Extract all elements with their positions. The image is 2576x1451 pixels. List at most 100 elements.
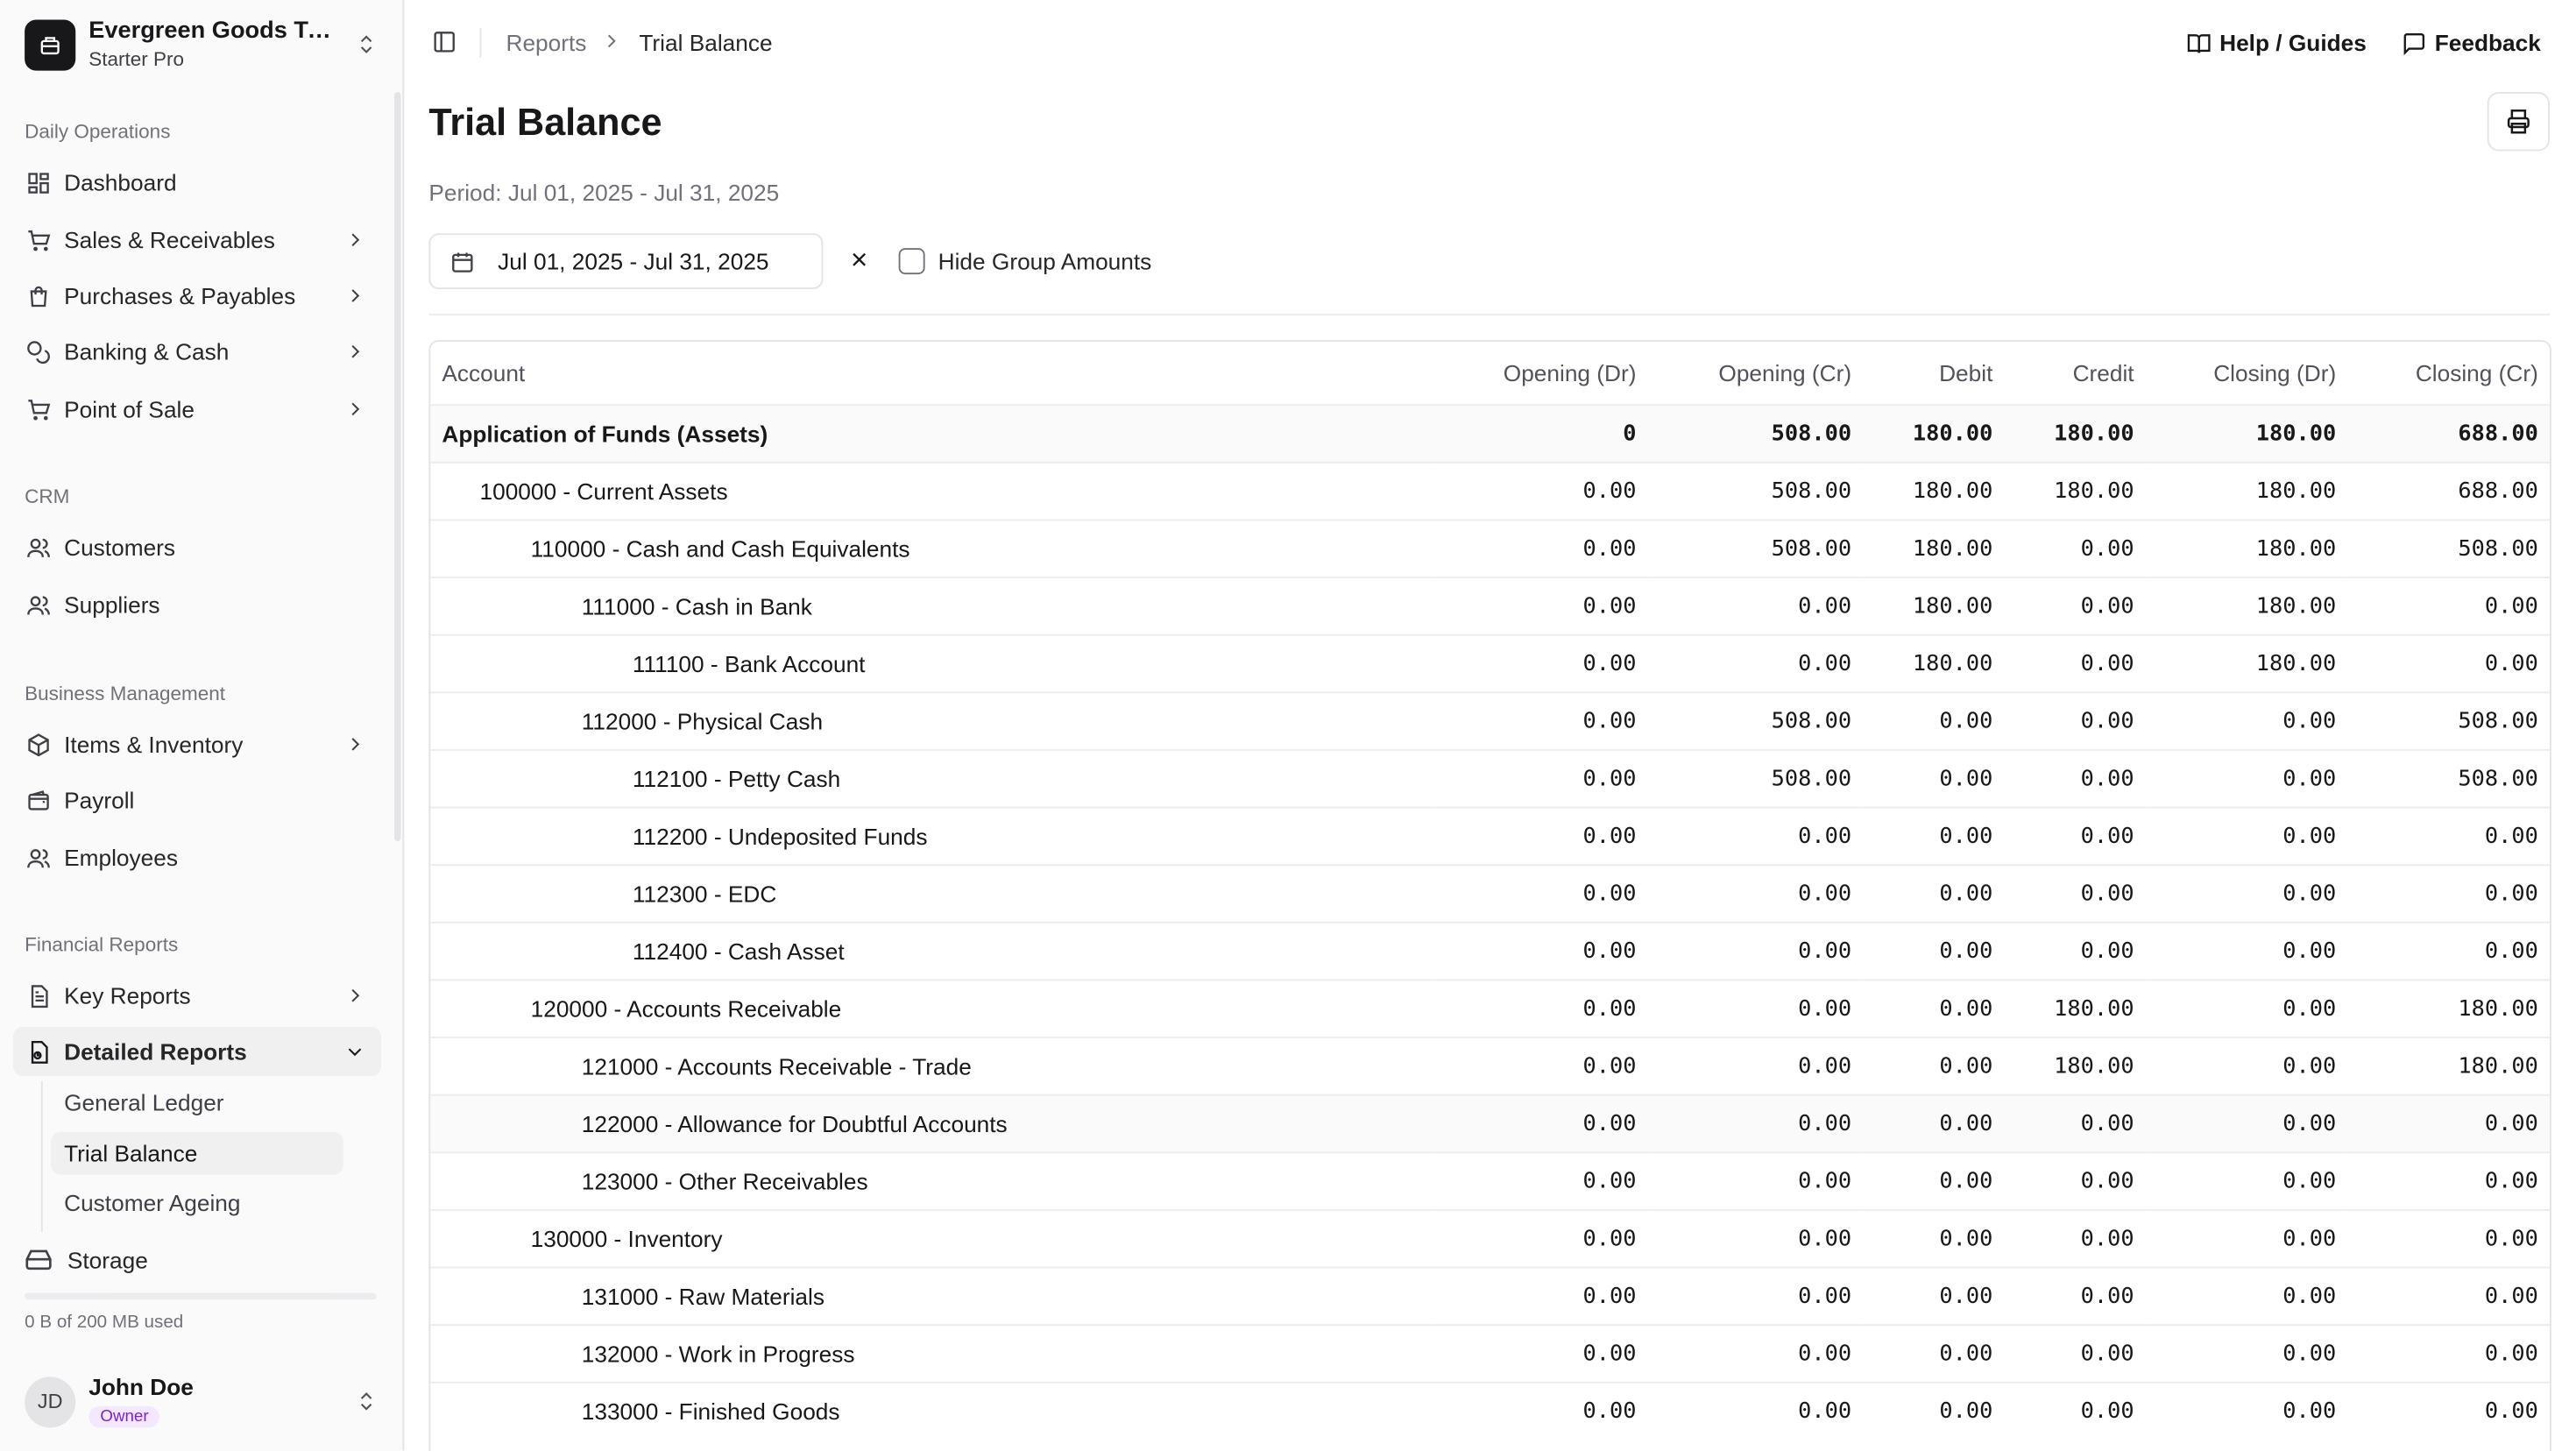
- account-cell: 112100 - Petty Cash: [430, 748, 1436, 807]
- table-row[interactable]: 112400 - Cash Asset 0.00 0.00 0.00 0.00 0.00 0…: [430, 920, 2550, 980]
- feedback-link[interactable]: Feedback: [2402, 30, 2541, 56]
- amount-cell: 0.00: [1863, 920, 2005, 980]
- sidebar-item-label: Sales & Receivables: [64, 226, 275, 253]
- table-row[interactable]: 111000 - Cash in Bank 0.00 0.00 180.00 0.00 1…: [430, 576, 2550, 634]
- submenu-line: [40, 1080, 43, 1233]
- sidebar: Evergreen Goods Tra... Starter Pro Daily…: [0, 0, 405, 1451]
- breadcrumb-reports[interactable]: Reports: [506, 30, 587, 56]
- sidebar-scrollbar[interactable]: [394, 92, 401, 841]
- amount-cell: 508.00: [1647, 460, 1864, 520]
- table-row[interactable]: 112100 - Petty Cash 0.00 508.00 0.00 0.00 0.0…: [430, 748, 2550, 807]
- table-row[interactable]: 133000 - Finished Goods 0.00 0.00 0.00 0.00 0…: [430, 1380, 2550, 1440]
- print-button[interactable]: [2487, 92, 2550, 152]
- amount-cell: 180.00: [1863, 633, 2005, 692]
- sidebar-subitem-trial-balance[interactable]: Trial Balance: [51, 1131, 343, 1175]
- sidebar-subitem-customer-ageing[interactable]: Customer Ageing: [51, 1181, 343, 1224]
- sidebar-item-payroll[interactable]: Payroll: [13, 775, 381, 825]
- table-row[interactable]: 100000 - Current Assets 0.00 508.00 180.00 1…: [430, 460, 2550, 520]
- table-row[interactable]: 132000 - Work in Progress 0.00 0.00 0.00 0.0…: [430, 1323, 2550, 1382]
- amount-cell: 0.00: [2347, 1380, 2550, 1440]
- topbar: Reports Trial Balance Help / Guides Feed…: [404, 0, 2576, 86]
- org-plan: Starter Pro: [88, 46, 185, 70]
- table-row[interactable]: 112300 - EDC 0.00 0.00 0.00 0.00 0.00 0.00: [430, 863, 2550, 922]
- amount-cell: 0.00: [1863, 863, 2005, 922]
- amount-cell: 180.00: [2004, 1036, 2146, 1094]
- amount-cell: 0.00: [1435, 1150, 1648, 1209]
- user-menu[interactable]: JD John Doe Owner: [25, 1374, 379, 1430]
- chevron-right-icon: [342, 396, 368, 422]
- amount-cell: 0.00: [1647, 1265, 1864, 1325]
- amount-cell: 0.00: [1647, 978, 1864, 1037]
- sidebar-item-label: Detailed Reports: [64, 1038, 247, 1065]
- hide-group-amounts-toggle[interactable]: Hide Group Amounts: [898, 248, 1151, 275]
- table-row[interactable]: 112200 - Undeposited Funds 0.00 0.00 0.00 0.…: [430, 805, 2550, 865]
- amount-cell: 0.00: [1647, 633, 1864, 692]
- sidebar-item-employees[interactable]: Employees: [13, 833, 381, 882]
- hide-group-amounts-checkbox[interactable]: [898, 248, 925, 275]
- amount-cell: 0.00: [2004, 1380, 2146, 1440]
- account-cell: 133000 - Finished Goods: [430, 1380, 1436, 1440]
- amount-cell: 0.00: [1435, 633, 1648, 692]
- table-row[interactable]: 131000 - Raw Materials 0.00 0.00 0.00 0.00 0.…: [430, 1265, 2550, 1325]
- table-row[interactable]: 123000 - Other Receivables 0.00 0.00 0.00 0.…: [430, 1150, 2550, 1209]
- dashboard-icon: [26, 170, 51, 195]
- amount-cell: 0.00: [1647, 805, 1864, 865]
- help-guides-link[interactable]: Help / Guides: [2187, 30, 2367, 56]
- sidebar-item-items-inventory[interactable]: Items & Inventory: [13, 719, 381, 768]
- main-content: Reports Trial Balance Help / Guides Feed…: [404, 0, 2576, 1451]
- amount-cell: 0.00: [2347, 633, 2550, 692]
- sidebar-subitem-general-ledger[interactable]: General Ledger: [51, 1081, 343, 1124]
- amount-cell: 0.00: [1863, 1150, 2005, 1209]
- sidebar-item-point-of-sale[interactable]: Point of Sale: [13, 385, 381, 434]
- chevrons-up-down-icon: [353, 32, 379, 58]
- table-row[interactable]: 120000 - Accounts Receivable 0.00 0.00 0.00…: [430, 978, 2550, 1037]
- table-row[interactable]: Application of Funds (Assets) 0 508.00 180.…: [430, 403, 2550, 462]
- amount-cell: 0.00: [1647, 1036, 1864, 1094]
- sidebar-item-label: Dashboard: [64, 169, 177, 196]
- storage-progress-bar: [25, 1292, 377, 1300]
- chevron-right-icon: [342, 982, 368, 1009]
- sidebar-item-dashboard[interactable]: Dashboard: [13, 158, 381, 207]
- date-range-picker[interactable]: Jul 01, 2025 - Jul 31, 2025: [428, 233, 824, 289]
- amount-cell: 508.00: [2347, 748, 2550, 807]
- section-crm: CRM: [25, 485, 70, 508]
- amount-cell: 0.00: [1435, 920, 1648, 980]
- sidebar-item-customers[interactable]: Customers: [13, 522, 381, 571]
- sidebar-item-purchases[interactable]: Purchases & Payables: [13, 271, 381, 320]
- amount-cell: 0.00: [2145, 978, 2348, 1037]
- amount-cell: 0.00: [2145, 805, 2348, 865]
- sidebar-toggle-icon[interactable]: [432, 30, 458, 56]
- table-row[interactable]: 111100 - Bank Account 0.00 0.00 180.00 0.00 1…: [430, 633, 2550, 692]
- sidebar-item-detailed-reports[interactable]: Detailed Reports: [13, 1026, 381, 1077]
- amount-cell: 0.00: [2004, 748, 2146, 807]
- table-row[interactable]: 121000 - Accounts Receivable - Trade 0.00…: [430, 1036, 2550, 1094]
- section-daily-operations: Daily Operations: [25, 119, 171, 144]
- amount-cell: 0.00: [2347, 576, 2550, 634]
- amount-cell: 0.00: [1647, 1208, 1864, 1267]
- sidebar-item-sales[interactable]: Sales & Receivables: [13, 216, 381, 265]
- sidebar-item-banking[interactable]: Banking & Cash: [13, 327, 381, 376]
- sidebar-item-key-reports[interactable]: Key Reports: [13, 971, 381, 1020]
- clear-date-icon[interactable]: [848, 248, 871, 271]
- amount-cell: 0.00: [2145, 1323, 2348, 1382]
- amount-cell: 0.00: [2347, 805, 2550, 865]
- sidebar-item-suppliers[interactable]: Suppliers: [13, 580, 381, 629]
- amount-cell: 0.00: [2347, 1265, 2550, 1325]
- column-header: Closing (Dr): [2213, 359, 2337, 386]
- amount-cell: 508.00: [2347, 690, 2550, 749]
- org-switcher[interactable]: Evergreen Goods Tra... Starter Pro: [25, 18, 379, 71]
- chevron-right-icon: [342, 338, 368, 365]
- amount-cell: 0.00: [2145, 1150, 2348, 1209]
- table-row[interactable]: 122000 - Allowance for Doubtful Accounts…: [430, 1093, 2550, 1152]
- table-row[interactable]: 110000 - Cash and Cash Equivalents 0.00 50…: [430, 518, 2550, 577]
- amount-cell: 180.00: [2347, 978, 2550, 1037]
- chevron-right-icon: [342, 731, 368, 757]
- date-range-value: Jul 01, 2025 - Jul 31, 2025: [498, 248, 769, 275]
- period-text: Period: Jul 01, 2025 - Jul 31, 2025: [428, 179, 780, 206]
- amount-cell: 0.00: [1647, 1380, 1864, 1440]
- table-row[interactable]: 112000 - Physical Cash 0.00 508.00 0.00 0.00…: [430, 690, 2550, 749]
- table-row[interactable]: 130000 - Inventory 0.00 0.00 0.00 0.00 0.00 0.…: [430, 1208, 2550, 1267]
- amount-cell: 0.00: [1435, 805, 1648, 865]
- amount-cell: 0.00: [1863, 1208, 2005, 1267]
- column-header: Closing (Cr): [2415, 359, 2538, 386]
